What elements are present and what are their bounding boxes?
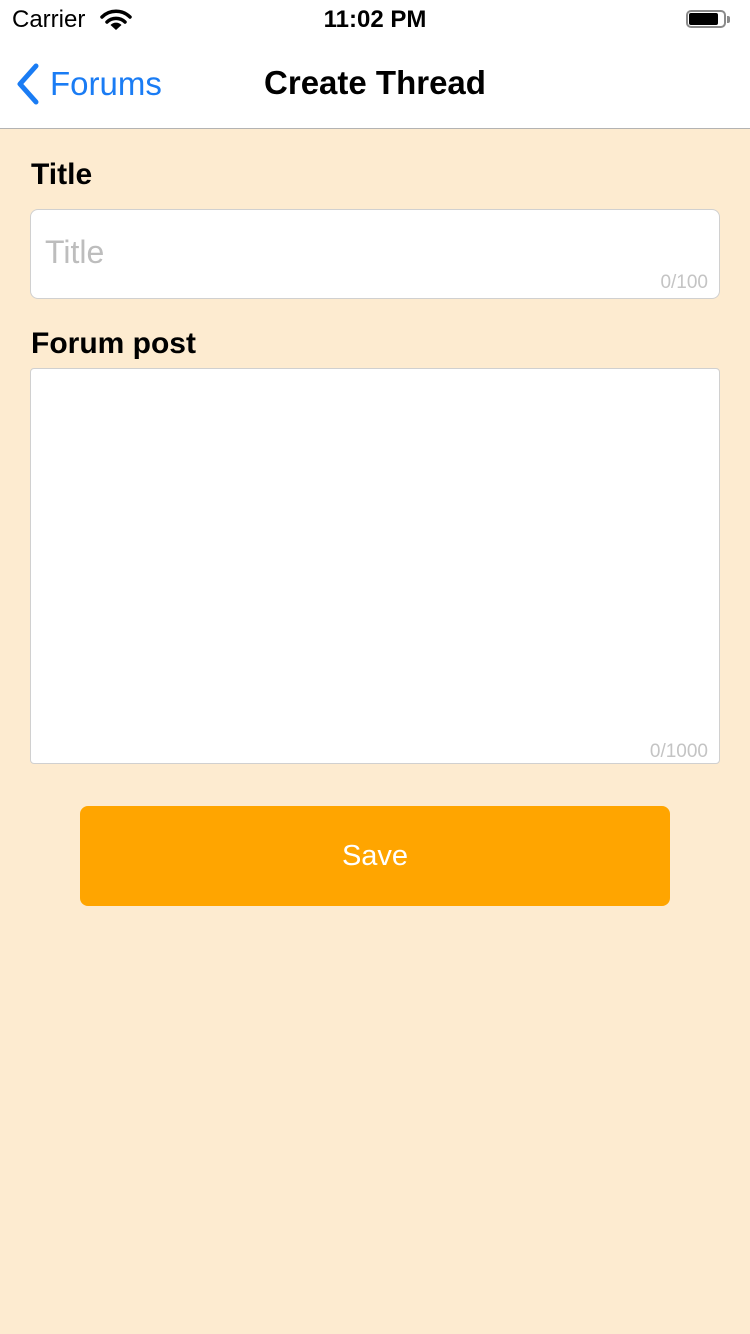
save-button[interactable]: Save	[80, 806, 670, 906]
navigation-bar: Forums Create Thread	[0, 40, 750, 129]
forum-post-field[interactable]: 0/1000	[30, 368, 720, 764]
title-field-label: Title	[31, 158, 93, 191]
forum-post-label: Forum post	[31, 327, 196, 360]
page-title: Create Thread	[264, 64, 486, 101]
status-bar: Carrier 11:02 PM	[0, 0, 750, 40]
forum-post-textarea[interactable]	[41, 379, 709, 729]
status-time: 11:02 PM	[323, 6, 427, 33]
title-field[interactable]: 0/100	[30, 209, 720, 299]
title-input[interactable]	[45, 228, 645, 276]
forum-post-char-counter: 0/1000	[649, 741, 708, 762]
battery-icon	[686, 10, 730, 30]
title-char-counter: 0/100	[660, 272, 708, 293]
